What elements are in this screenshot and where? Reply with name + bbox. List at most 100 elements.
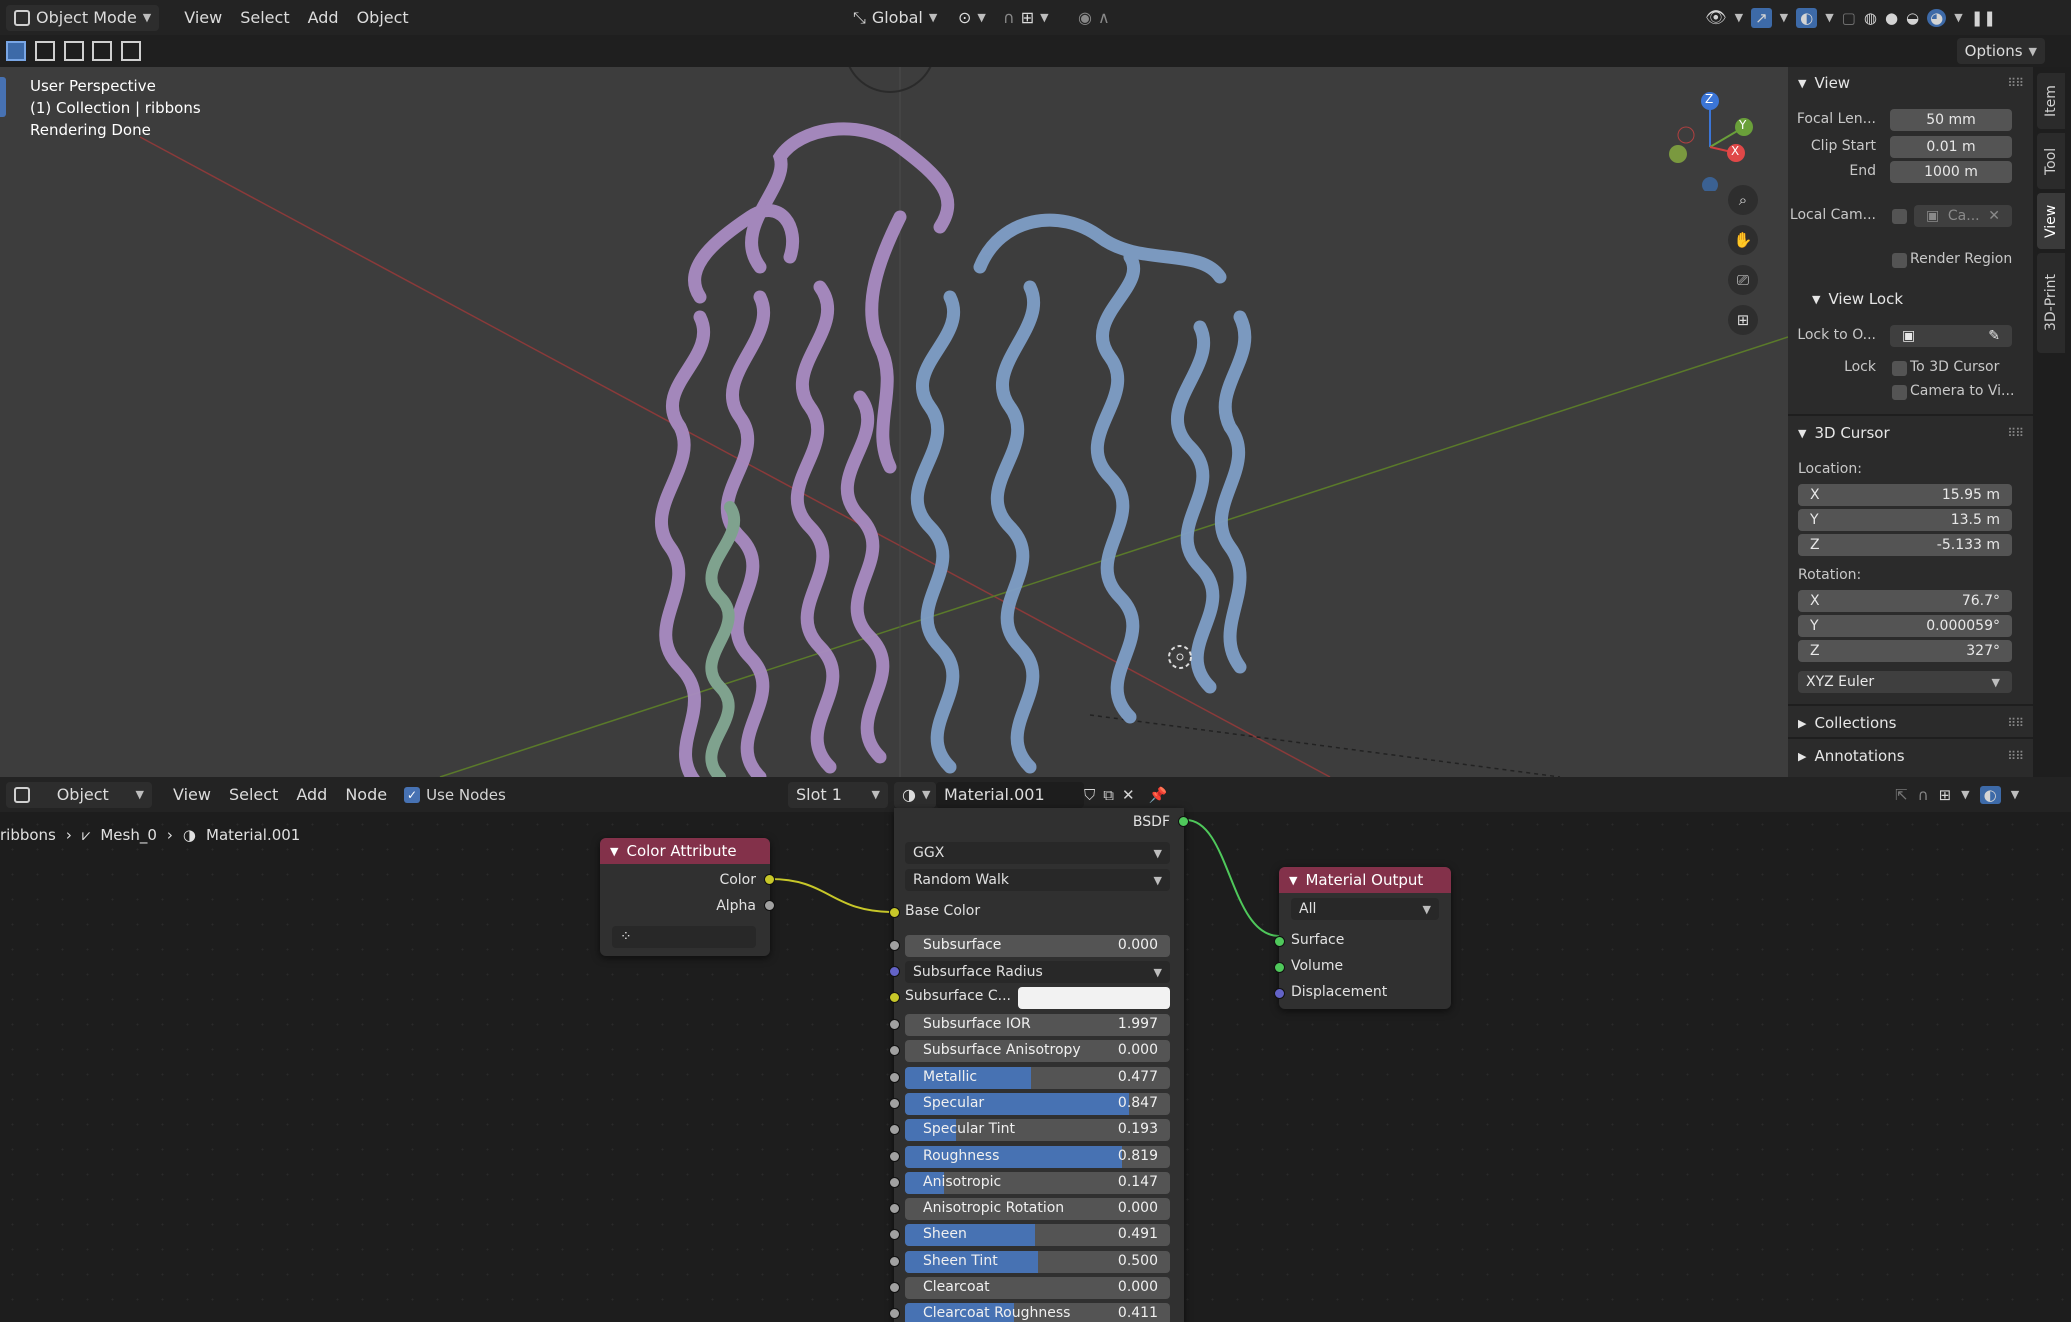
camera-to-view-checkbox[interactable] xyxy=(1892,385,1907,400)
slot-dropdown[interactable]: Slot 1 ▼ xyxy=(788,781,888,808)
select-subtract-icon[interactable] xyxy=(63,41,84,61)
node-overlay-icon[interactable]: ◐ xyxy=(1979,785,2001,804)
bsdf-slider[interactable]: Subsurface 0.000 xyxy=(905,935,1170,957)
bsdf-slider[interactable]: Subsurface IOR 1.997 xyxy=(905,1014,1170,1036)
location-x-field[interactable]: X 15.95 m xyxy=(1798,484,2012,506)
zoom-icon[interactable]: ⌕ xyxy=(1728,185,1758,215)
pivot-point-dropdown[interactable]: ⊙ ▼ xyxy=(950,5,994,31)
distribution-dropdown[interactable]: GGX ▼ xyxy=(905,842,1170,864)
bsdf-slider[interactable]: Metallic 0.477 xyxy=(905,1067,1170,1089)
slider-input-socket[interactable] xyxy=(889,1256,900,1267)
menu-view[interactable]: View xyxy=(175,8,231,27)
clip-end-field[interactable]: 1000 m xyxy=(1890,161,2012,183)
material-output-node[interactable]: ▼ Material Output All ▼ Surface Volume Di… xyxy=(1274,867,1451,1009)
select-extend-icon[interactable] xyxy=(34,41,55,61)
slider-input-socket[interactable] xyxy=(889,940,900,951)
slider-input-socket[interactable] xyxy=(889,1151,900,1162)
chevron-down-icon[interactable]: ▼ xyxy=(1780,11,1788,24)
material-browse-button[interactable]: ◑ ▼ xyxy=(894,781,936,808)
color-attribute-name-field[interactable]: ⁘ xyxy=(612,926,756,948)
material-output-title[interactable]: ▼ Material Output xyxy=(1279,867,1451,893)
collections-header[interactable]: ▶ Collections ⠿⠿ xyxy=(1788,709,2033,737)
render-region-checkbox[interactable] xyxy=(1892,253,1907,268)
material-shading-icon[interactable]: ◒ xyxy=(1906,9,1919,27)
drag-grip-icon[interactable]: ⠿⠿ xyxy=(2007,76,2024,90)
bsdf-slider[interactable]: Specular 0.847 xyxy=(905,1093,1170,1115)
bsdf-slider[interactable]: Anisotropic 0.147 xyxy=(905,1172,1170,1194)
select-invert-icon[interactable] xyxy=(92,41,113,61)
fake-user-shield-icon[interactable]: ⛉ xyxy=(1084,786,1095,804)
bsdf-slider[interactable]: Clearcoat Roughness 0.411 xyxy=(905,1303,1170,1322)
subsurface-radius-socket[interactable] xyxy=(889,966,900,977)
bsdf-slider[interactable]: Anisotropic Rotation 0.000 xyxy=(905,1198,1170,1220)
location-y-field[interactable]: Y 13.5 m xyxy=(1798,509,2012,531)
subsurface-color-swatch[interactable] xyxy=(1018,987,1170,1009)
visibility-icon[interactable]: 👁 xyxy=(1705,8,1727,28)
node-snap-grid-icon[interactable]: ⊞ xyxy=(1939,786,1952,804)
local-camera-checkbox[interactable] xyxy=(1892,209,1907,224)
rotation-z-field[interactable]: Z 327° xyxy=(1798,640,2012,662)
rotation-mode-dropdown[interactable]: XYZ Euler ▼ xyxy=(1798,671,2012,693)
rotation-y-field[interactable]: Y 0.000059° xyxy=(1798,615,2012,637)
pause-render-icon[interactable]: ❚❚ xyxy=(1971,9,1996,27)
chevron-down-icon[interactable]: ▼ xyxy=(1954,11,1962,24)
node-menu-node[interactable]: Node xyxy=(336,785,396,804)
slider-input-socket[interactable] xyxy=(889,1019,900,1030)
pin-icon[interactable]: 📌 xyxy=(1149,786,1168,804)
toolbar-strip[interactable] xyxy=(0,67,8,487)
drag-grip-icon[interactable]: ⠿⠿ xyxy=(2007,716,2024,730)
clip-start-field[interactable]: 0.01 m xyxy=(1890,136,2012,158)
displacement-input-socket[interactable] xyxy=(1274,988,1285,999)
camera-icon[interactable]: ⎚ xyxy=(1728,265,1758,295)
local-camera-field[interactable]: ▣ Ca... ✕ xyxy=(1914,205,2012,227)
slider-input-socket[interactable] xyxy=(889,1308,900,1319)
lock-to-object-field[interactable]: ▣ ✎ xyxy=(1890,325,2012,347)
options-dropdown[interactable]: Options ▼ xyxy=(1956,38,2045,64)
slider-input-socket[interactable] xyxy=(889,1098,900,1109)
slider-input-socket[interactable] xyxy=(889,1072,900,1083)
slider-input-socket[interactable] xyxy=(889,1124,900,1135)
menu-object[interactable]: Object xyxy=(348,8,418,27)
node-menu-select[interactable]: Select xyxy=(220,785,287,804)
unlink-material-icon[interactable]: ✕ xyxy=(1122,786,1135,804)
gizmo-toggle-icon[interactable]: ↗ xyxy=(1751,7,1772,28)
tab-3d-print[interactable]: 3D-Print xyxy=(2037,253,2065,353)
material-name-field[interactable]: Material.001 xyxy=(936,781,1084,808)
node-menu-view[interactable]: View xyxy=(164,785,220,804)
annotations-header[interactable]: ▶ Annotations ⠿⠿ xyxy=(1788,742,2033,770)
slider-input-socket[interactable] xyxy=(889,1282,900,1293)
menu-add[interactable]: Add xyxy=(299,8,348,27)
slider-input-socket[interactable] xyxy=(889,1229,900,1240)
eyedropper-icon[interactable]: ✎ xyxy=(1988,328,2000,344)
bsdf-output-socket[interactable] xyxy=(1178,816,1189,827)
subsurface-radius-dropdown[interactable]: Subsurface Radius ▼ xyxy=(905,961,1170,983)
color-attribute-node[interactable]: ▼ Color Attribute Color Alpha ⁘ xyxy=(600,838,775,956)
shader-type-dropdown[interactable]: Object ▼ xyxy=(6,781,152,808)
rotation-x-field[interactable]: X 76.7° xyxy=(1798,590,2012,612)
solid-shading-icon[interactable]: ● xyxy=(1885,9,1898,27)
view-panel-header[interactable]: ▼ View ⠿⠿ xyxy=(1788,69,2033,97)
bsdf-slider[interactable]: Clearcoat 0.000 xyxy=(905,1277,1170,1299)
clear-icon[interactable]: ✕ xyxy=(1988,208,2000,224)
subsurface-color-socket[interactable] xyxy=(889,992,900,1003)
bsdf-slider[interactable]: Roughness 0.819 xyxy=(905,1146,1170,1168)
bsdf-slider[interactable]: Sheen Tint 0.500 xyxy=(905,1251,1170,1273)
volume-input-socket[interactable] xyxy=(1274,962,1285,973)
focal-length-field[interactable]: 50 mm xyxy=(1890,109,2012,131)
tab-view[interactable]: View xyxy=(2037,193,2065,249)
slider-input-socket[interactable] xyxy=(889,1045,900,1056)
bsdf-slider[interactable]: Subsurface Anisotropy 0.000 xyxy=(905,1040,1170,1062)
output-target-dropdown[interactable]: All ▼ xyxy=(1291,898,1439,920)
3d-cursor-header[interactable]: ▼ 3D Cursor ⠿⠿ xyxy=(1788,419,2033,447)
alpha-output-socket[interactable] xyxy=(764,900,775,911)
xray-icon[interactable]: ▢ xyxy=(1842,9,1856,27)
bsdf-slider[interactable]: Specular Tint 0.193 xyxy=(905,1119,1170,1141)
overlay-toggle-icon[interactable]: ◐ xyxy=(1796,7,1818,28)
chevron-down-icon[interactable]: ▼ xyxy=(1825,11,1833,24)
menu-select[interactable]: Select xyxy=(231,8,298,27)
snap-toggle[interactable]: ∩ ⊞ ▼ xyxy=(995,5,1057,31)
tab-tool[interactable]: Tool xyxy=(2037,133,2065,189)
lock-to-cursor-checkbox[interactable] xyxy=(1892,361,1907,376)
slider-input-socket[interactable] xyxy=(889,1203,900,1214)
select-new-icon[interactable] xyxy=(6,41,26,61)
